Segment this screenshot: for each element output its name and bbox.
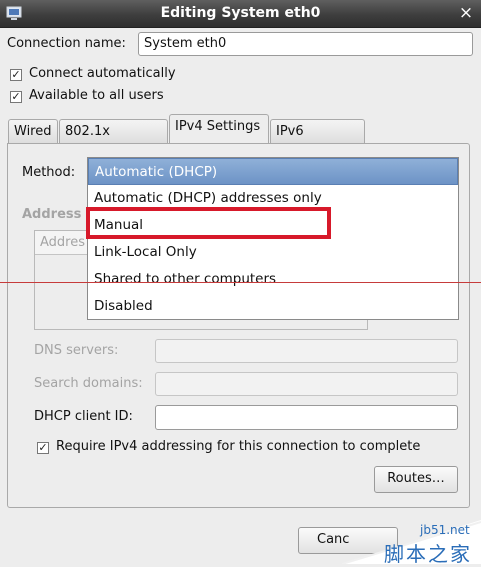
search-domains-field[interactable] [155, 372, 458, 396]
available-to-all-label: Available to all users [29, 88, 164, 103]
connect-automatically-checkbox[interactable]: ✓ [10, 69, 22, 81]
require-ipv4-label: Require IPv4 addressing for this connect… [56, 439, 421, 454]
manual-highlight-box [86, 207, 331, 239]
connection-name-field[interactable]: System eth0 [138, 32, 473, 56]
watermark-name: 脚本之家 [384, 542, 472, 566]
tab-8021x-security[interactable]: 802.1x Security [59, 119, 168, 162]
routes-button[interactable]: Routes… [374, 466, 458, 493]
addresses-column-label: Addres [40, 235, 85, 250]
window-title: Editing System eth0 [160, 5, 321, 21]
require-ipv4-checkbox[interactable]: ✓ [37, 442, 49, 454]
close-icon[interactable]: × [457, 4, 475, 22]
method-option-shared[interactable]: Shared to other computers [88, 266, 458, 293]
dns-servers-label: DNS servers: [34, 343, 119, 358]
method-label: Method: [22, 165, 76, 180]
dhcp-client-id-field[interactable] [155, 405, 458, 430]
watermark-site: jb51.net [420, 523, 470, 537]
tab-ipv4-settings[interactable]: IPv4 Settings [169, 114, 269, 143]
dns-servers-field[interactable] [155, 339, 458, 363]
tab-wired[interactable]: Wired [8, 119, 58, 143]
dhcp-client-id-label: DHCP client ID: [34, 409, 133, 424]
connect-automatically-label: Connect automatically [29, 66, 176, 81]
connection-name-label: Connection name: [7, 36, 126, 51]
tab-ipv6-settings[interactable]: IPv6 Settings [270, 119, 365, 162]
search-domains-label: Search domains: [34, 376, 143, 391]
addresses-label: Address [22, 207, 82, 222]
method-option-link-local-only[interactable]: Link-Local Only [88, 239, 458, 266]
available-to-all-checkbox[interactable]: ✓ [10, 91, 22, 103]
annotation-red-line [0, 282, 481, 283]
method-option-automatic-dhcp[interactable]: Automatic (DHCP) [88, 158, 458, 185]
method-option-disabled[interactable]: Disabled [88, 293, 458, 320]
watermark: jb51.net 脚本之家 [342, 510, 481, 566]
